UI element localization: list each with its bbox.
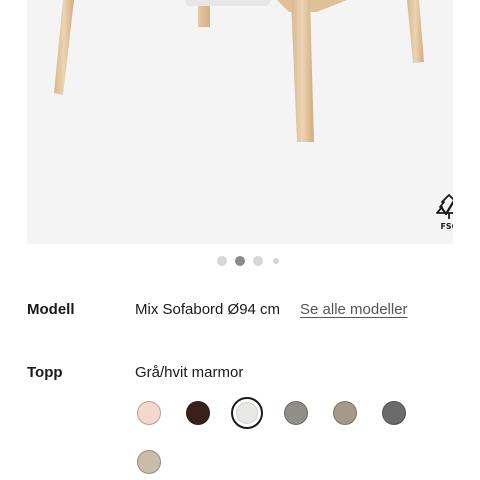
swatch-grey-white-marble[interactable] bbox=[231, 397, 263, 429]
gallery-dot[interactable] bbox=[253, 256, 263, 266]
swatch-dark-grey-stone[interactable] bbox=[382, 401, 406, 425]
fsc-logo: FSC bbox=[431, 193, 453, 231]
gallery-dot[interactable] bbox=[273, 258, 279, 264]
gallery-pagination[interactable] bbox=[0, 256, 480, 266]
swatch-beige-stone[interactable] bbox=[137, 450, 161, 474]
gallery-dot[interactable] bbox=[217, 256, 227, 266]
table-illustration bbox=[54, 0, 424, 142]
product-image: FSC bbox=[27, 0, 453, 244]
swatch-brown-marble[interactable] bbox=[186, 401, 210, 425]
svg-text:FSC: FSC bbox=[440, 222, 453, 231]
top-value: Grå/hvit marmor bbox=[135, 364, 244, 381]
table-leg-front bbox=[291, 0, 314, 142]
tree-check-icon: FSC bbox=[436, 194, 453, 231]
top-label: Topp bbox=[27, 364, 63, 381]
model-value: Mix Sofabord Ø94 cm bbox=[135, 301, 281, 318]
swatch-grey-stone[interactable] bbox=[284, 401, 308, 425]
gallery-dot-active[interactable] bbox=[235, 256, 245, 266]
table-stretcher bbox=[185, 0, 272, 6]
table-leg-right bbox=[407, 0, 424, 63]
table-stretcher-right bbox=[277, 0, 347, 12]
swatch-fill bbox=[236, 402, 258, 424]
swatch-pink-marble[interactable] bbox=[137, 401, 161, 425]
swatch-taupe-stone[interactable] bbox=[333, 401, 357, 425]
table-leg-left bbox=[54, 0, 74, 95]
see-all-models-link[interactable]: Se alle modeller bbox=[300, 301, 408, 318]
model-label: Modell bbox=[27, 301, 75, 318]
